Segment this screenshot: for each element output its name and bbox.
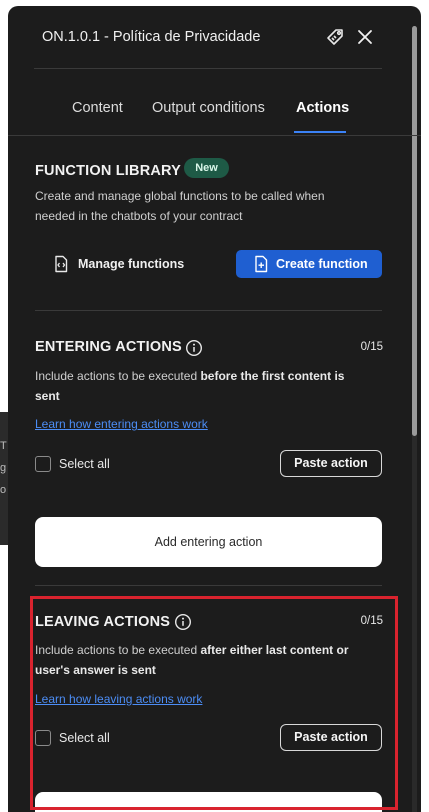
background-text: g [0, 462, 7, 474]
entering-actions-help-link[interactable]: Learn how entering actions work [35, 417, 208, 431]
manage-functions-label: Manage functions [78, 257, 185, 271]
tabs-divider [8, 135, 421, 136]
tab-bar: Content Output conditions Actions [34, 94, 384, 136]
code-file-icon [55, 255, 68, 273]
highlight-box [30, 596, 398, 810]
description-text: Include actions to be executed [35, 369, 201, 383]
tag-icon[interactable] [324, 26, 346, 48]
info-icon[interactable] [185, 339, 203, 357]
entering-actions-count: 0/15 [360, 341, 383, 353]
panel-title: ON.1.0.1 - Política de Privacidade [42, 29, 261, 45]
active-tab-indicator [294, 131, 346, 133]
entering-actions-title: ENTERING ACTIONS [35, 339, 182, 355]
function-library-description: Create and manage global functions to be… [35, 189, 325, 223]
create-function-label: Create function [276, 257, 368, 271]
manage-functions-button[interactable]: Manage functions [52, 250, 184, 278]
create-function-button[interactable]: Create function [236, 250, 382, 278]
add-file-icon [255, 255, 268, 273]
section-divider [35, 585, 382, 586]
header-divider [34, 68, 382, 69]
add-entering-action-button[interactable]: Add entering action [35, 517, 382, 567]
tab-content[interactable]: Content [72, 100, 123, 116]
background-text: T [0, 440, 7, 452]
entering-actions-description: Include actions to be executed before th… [35, 366, 365, 406]
select-all-label: Select all [59, 457, 110, 471]
scrollbar-thumb[interactable] [412, 26, 417, 436]
panel-header: ON.1.0.1 - Política de Privacidade [34, 26, 382, 68]
section-divider [35, 310, 382, 311]
new-badge: New [184, 158, 229, 178]
tab-output-conditions[interactable]: Output conditions [152, 100, 265, 116]
actions-panel: ON.1.0.1 - Política de Privacidade Conte… [8, 6, 421, 812]
close-icon[interactable] [354, 26, 376, 48]
background-text: o [0, 484, 7, 496]
function-library-title: FUNCTION LIBRARY [35, 163, 182, 179]
select-all-checkbox[interactable] [35, 456, 51, 472]
tab-actions[interactable]: Actions [296, 100, 349, 116]
paste-action-button[interactable]: Paste action [280, 450, 382, 477]
